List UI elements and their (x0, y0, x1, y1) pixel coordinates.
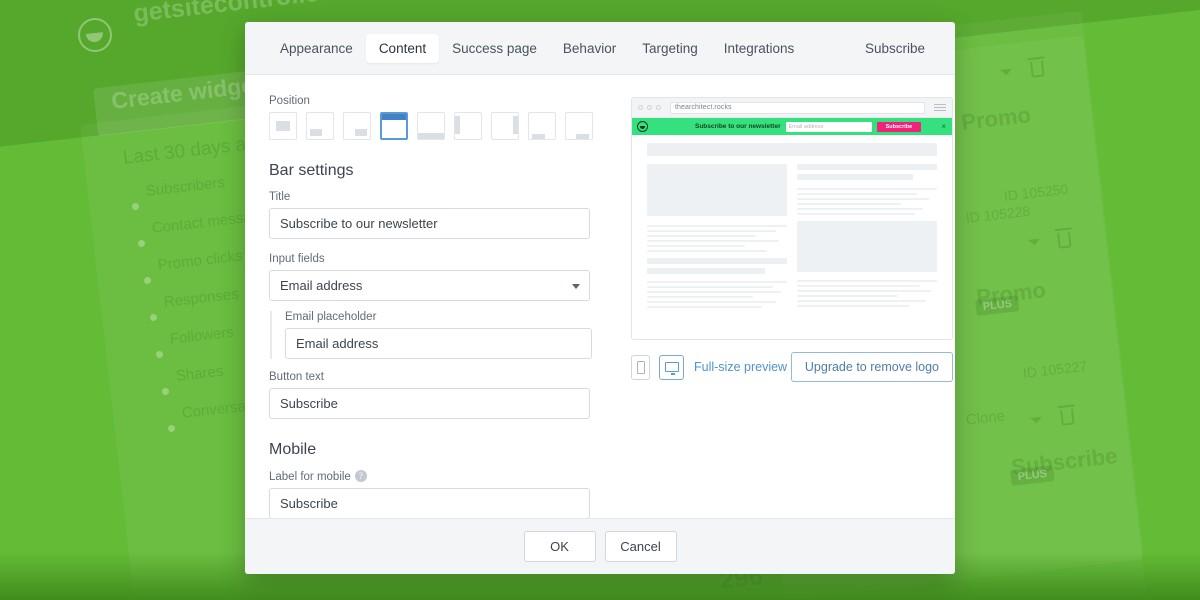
title-input[interactable]: Subscribe to our newsletter (269, 208, 590, 239)
skeleton-column-left (647, 164, 787, 311)
position-option-bottom-bar[interactable] (417, 112, 445, 140)
modal-body: Position Bar settings Title Subscribe to… (245, 75, 955, 518)
position-option-bottom-left-box[interactable] (306, 112, 334, 140)
mobile-heading: Mobile (269, 441, 317, 458)
preview-page-skeleton (632, 135, 952, 339)
email-placeholder-group: Email placeholder Email address (270, 311, 609, 359)
position-option-top-bar[interactable] (380, 112, 408, 140)
tab-appearance[interactable]: Appearance (267, 34, 366, 63)
button-text-input[interactable]: Subscribe (269, 388, 590, 419)
modal-tabbar: Appearance Content Success page Behavior… (245, 22, 955, 75)
input-fields-value: Email address (280, 278, 363, 293)
tab-content[interactable]: Content (365, 33, 440, 63)
widget-name-label: Subscribe (864, 40, 925, 56)
trash-icon (1057, 231, 1072, 249)
tab-success-page[interactable]: Success page (439, 34, 550, 63)
ok-button[interactable]: OK (523, 531, 596, 562)
getsitecontrol-logo-icon (637, 121, 648, 132)
skeleton-subheading (797, 174, 914, 180)
skeleton-heading (647, 258, 787, 264)
input-fields-label: Input fields (269, 253, 325, 265)
preview-browser-chrome: thearchitect.rocks (632, 98, 952, 118)
skeleton-columns (647, 164, 937, 311)
button-text-group: Button text Subscribe (269, 371, 609, 419)
position-option-bottom-right-box[interactable] (343, 112, 371, 140)
hamburger-menu-icon (934, 104, 946, 111)
position-option-bottom-left-small[interactable] (528, 112, 556, 140)
browser-preview: thearchitect.rocks Subscribe to our news… (631, 97, 953, 340)
preview-bar-title: Subscribe to our newsletter (695, 123, 781, 130)
title-field-group: Title Subscribe to our newsletter (269, 191, 609, 239)
skeleton-image (647, 164, 787, 216)
email-placeholder-label: Email placeholder (285, 311, 377, 323)
skeleton-image (797, 221, 937, 272)
position-option-right-side-panel[interactable] (491, 112, 519, 140)
position-option-center-modal[interactable] (269, 112, 297, 140)
preview-url-bar: thearchitect.rocks (670, 101, 925, 114)
bar-settings-heading: Bar settings (269, 162, 354, 179)
close-icon: × (941, 121, 946, 131)
window-dot-icon (656, 105, 661, 110)
label-for-mobile-input[interactable]: Subscribe (269, 488, 590, 518)
widget-settings-modal: Appearance Content Success page Behavior… (245, 22, 955, 574)
tab-integrations[interactable]: Integrations (711, 34, 808, 63)
skeleton-subheading (647, 268, 765, 274)
position-selector (269, 112, 609, 140)
position-label: Position (269, 95, 310, 107)
mobile-device-icon[interactable] (631, 354, 650, 380)
button-text-label: Button text (269, 371, 324, 383)
tab-behavior[interactable]: Behavior (550, 34, 629, 63)
trash-icon (1030, 60, 1045, 78)
preview-bar-subscribe-button: Subscribe (876, 121, 922, 132)
preview-bar-email-input: Email address (785, 121, 872, 132)
cancel-button[interactable]: Cancel (604, 531, 677, 562)
chevron-down-icon (572, 283, 580, 289)
full-size-preview-link[interactable]: Full-size preview (694, 360, 787, 374)
position-option-left-side-panel[interactable] (454, 112, 482, 140)
preview-toolbar: Full-size preview Upgrade to remove logo (631, 352, 953, 382)
label-for-mobile-label: Label for mobile? (269, 470, 609, 483)
input-fields-select[interactable]: Email address (269, 270, 590, 301)
title-label: Title (269, 191, 291, 203)
skeleton-column-right (797, 164, 937, 311)
trash-icon (1060, 408, 1075, 426)
position-option-bottom-right-small[interactable] (565, 112, 593, 140)
skeleton-heading (797, 164, 937, 170)
settings-form: Position Bar settings Title Subscribe to… (269, 95, 609, 518)
window-dot-icon (638, 105, 643, 110)
preview-panel: thearchitect.rocks Subscribe to our news… (609, 95, 953, 518)
tab-targeting[interactable]: Targeting (629, 34, 711, 63)
skeleton-hero (647, 143, 937, 156)
preview-widget-bar: Subscribe to our newsletter Email addres… (632, 118, 952, 135)
upgrade-to-remove-logo-button[interactable]: Upgrade to remove logo (790, 352, 953, 382)
modal-footer: OK Cancel (245, 518, 955, 574)
email-placeholder-input[interactable]: Email address (285, 328, 592, 359)
input-fields-group: Input fields Email address (269, 253, 609, 301)
desktop-device-icon[interactable] (659, 354, 684, 380)
window-dot-icon (647, 105, 652, 110)
help-icon[interactable]: ? (354, 470, 367, 482)
label-for-mobile-group: Label for mobile? Subscribe (269, 470, 609, 518)
label-for-mobile-text: Label for mobile (269, 471, 351, 483)
